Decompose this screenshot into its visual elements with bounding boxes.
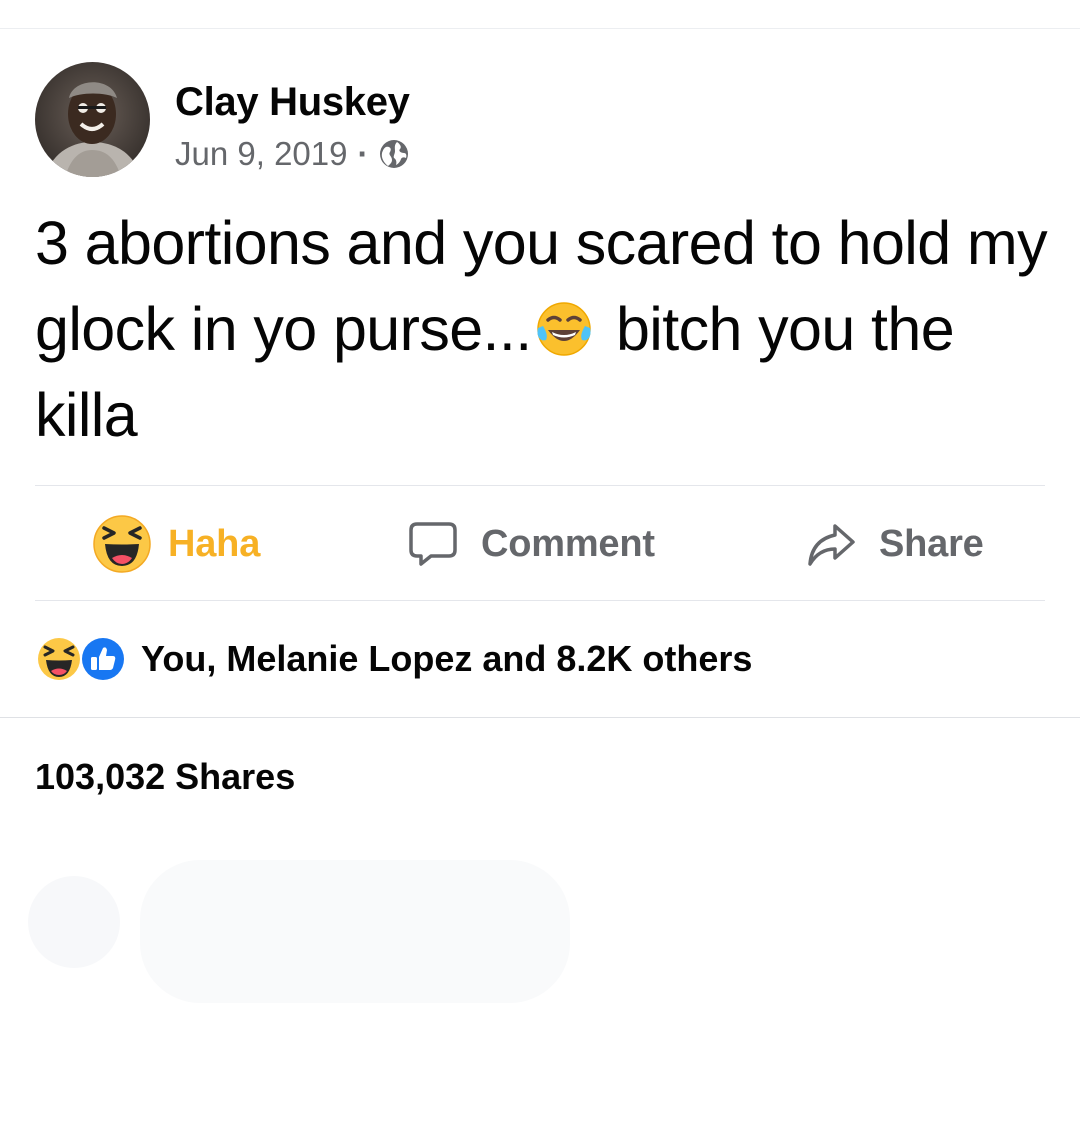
haha-icon	[35, 635, 83, 683]
reactions-summary-text: You, Melanie Lopez and 8.2K others	[141, 638, 753, 679]
author-avatar[interactable]	[35, 62, 150, 177]
post-text: 3 abortions and you scared to hold my gl…	[35, 200, 1055, 458]
globe-icon	[378, 138, 410, 170]
post-meta: Jun 9, 2019 ·	[175, 134, 410, 174]
comment-button[interactable]: Comment	[407, 513, 655, 575]
author-name[interactable]: Clay Huskey	[175, 80, 410, 124]
haha-reaction-button[interactable]: Haha	[92, 513, 260, 575]
reactions-summary[interactable]: You, Melanie Lopez and 8.2K others	[35, 635, 752, 683]
meta-separator: ·	[357, 135, 369, 172]
divider	[0, 717, 1080, 718]
top-divider	[0, 28, 1080, 29]
share-icon	[805, 518, 857, 570]
post-date[interactable]: Jun 9, 2019	[175, 134, 347, 174]
comment-input-placeholder[interactable]	[140, 860, 570, 1003]
divider	[35, 600, 1045, 601]
tears-of-joy-emoji	[534, 294, 594, 356]
reaction-icons	[35, 635, 131, 683]
shares-count[interactable]: 103,032 Shares	[35, 755, 295, 799]
comment-label: Comment	[481, 522, 655, 565]
comment-icon	[407, 518, 459, 570]
post-header: Clay Huskey Jun 9, 2019 ·	[35, 62, 410, 177]
haha-label: Haha	[168, 522, 261, 565]
divider	[35, 485, 1045, 486]
comment-avatar-placeholder	[28, 876, 120, 968]
share-button[interactable]: Share	[805, 513, 984, 575]
share-label: Share	[879, 522, 984, 565]
like-icon	[79, 635, 127, 683]
haha-icon	[92, 514, 152, 574]
